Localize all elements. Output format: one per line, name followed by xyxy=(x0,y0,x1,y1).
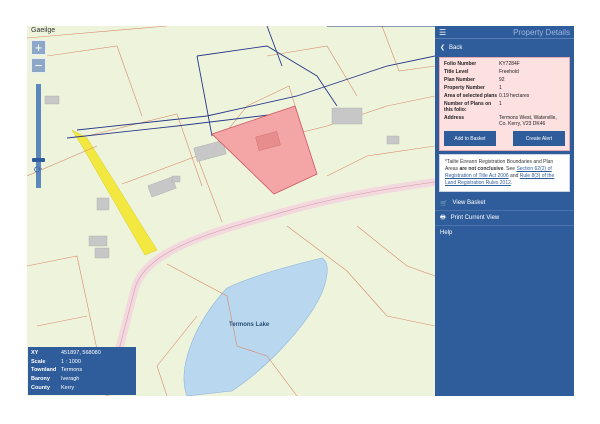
back-button[interactable]: ❮ Back xyxy=(435,41,574,54)
detail-row-address: Address Termons West, Waterville, Co. Ke… xyxy=(444,115,565,127)
details-actions: Add to Basket Create Alert xyxy=(444,131,565,146)
detail-value: Termons West, Waterville, Co. Kerry, V23… xyxy=(499,115,557,127)
info-value: Termons xyxy=(61,367,83,374)
info-value: Iveragh xyxy=(61,376,80,383)
detail-label: Number of Plans on this folio: xyxy=(444,101,492,113)
detail-label: Title Level xyxy=(444,69,469,75)
hamburger-menu-icon[interactable]: ☰ xyxy=(439,28,446,37)
detail-row-num-plans: Number of Plans on this folio: 1 xyxy=(444,101,565,113)
panel-title: Property Details xyxy=(513,27,570,37)
detail-row-area: Area of selected plans 0.19 hectares xyxy=(444,93,565,99)
map-layers xyxy=(27,26,435,396)
property-details-panel: ☰ Property Details ❮ Back Folio Number K… xyxy=(435,26,574,396)
map-canvas[interactable]: Gaeilge + − ⟳ Termons Lake xyxy=(27,26,435,396)
zoom-in-button[interactable]: + xyxy=(31,40,46,55)
detail-label: Folio Number xyxy=(444,61,477,67)
note-text: . See xyxy=(503,166,516,172)
language-link[interactable]: Gaeilge xyxy=(31,27,55,34)
detail-label: Address xyxy=(444,115,465,121)
info-label: Barony xyxy=(31,376,50,383)
detail-label: Area of selected plans xyxy=(444,93,498,99)
detail-value: 0.19 hectares xyxy=(499,93,530,99)
info-row-barony: Barony Iveragh xyxy=(31,375,133,384)
printer-icon: 🖶 xyxy=(440,215,446,221)
create-alert-button[interactable]: Create Alert xyxy=(513,131,565,146)
refresh-icon[interactable]: ⟳ xyxy=(32,165,44,177)
detail-row-property-number: Property Number 1 xyxy=(444,85,565,91)
yellow-road xyxy=(71,129,158,256)
view-basket-button[interactable]: 🛒 View Basket xyxy=(435,196,574,211)
print-view-button[interactable]: 🖶 Print Current View xyxy=(435,211,574,226)
disclaimer-note: *Tailte Éireann Registration Boundaries … xyxy=(439,154,570,192)
back-label: Back xyxy=(449,44,463,51)
info-label: XY xyxy=(31,350,39,357)
note-text: . xyxy=(510,180,513,186)
detail-label: Property Number xyxy=(444,85,485,91)
detail-value: 92 xyxy=(499,77,505,83)
detail-value: Freehold xyxy=(499,69,519,75)
selected-parcel xyxy=(211,105,318,195)
menu-label: Print Current View xyxy=(450,215,500,221)
info-label: Townland xyxy=(31,367,57,374)
info-value: Kerry xyxy=(61,384,75,391)
lake-label: Termons Lake xyxy=(229,322,270,328)
note-bold: are not conclusive xyxy=(459,166,504,172)
note-text: and xyxy=(510,173,519,179)
detail-value: 1 xyxy=(499,85,502,91)
property-details-card: Folio Number KY7284F Title Level Freehol… xyxy=(439,57,570,151)
cart-icon: 🛒 xyxy=(440,200,448,207)
info-row-scale: Scale 1 : 1000 xyxy=(31,358,133,367)
info-value: 1 : 1000 xyxy=(61,358,81,365)
panel-header: ☰ Property Details xyxy=(435,26,574,39)
zoom-slider-handle[interactable] xyxy=(32,158,45,162)
detail-value: KY7284F xyxy=(499,61,520,67)
info-label: Scale xyxy=(31,358,46,365)
detail-row-plan-number: Plan Number 92 xyxy=(444,77,565,83)
info-value: 451897, 568080 xyxy=(61,350,101,357)
info-row-county: County Kerry xyxy=(31,383,133,392)
menu-label: Help xyxy=(440,230,453,236)
add-to-basket-button[interactable]: Add to Basket xyxy=(444,131,496,146)
chevron-left-icon: ❮ xyxy=(440,45,446,51)
menu-label: View Basket xyxy=(452,200,486,206)
info-row-xy: XY 451897, 568080 xyxy=(31,349,133,358)
zoom-out-button[interactable]: − xyxy=(31,58,46,73)
detail-value: 1 xyxy=(499,101,502,107)
location-info-box: XY 451897, 568080 Scale 1 : 1000 Townlan… xyxy=(28,347,136,395)
info-label: County xyxy=(31,384,50,391)
detail-label: Plan Number xyxy=(444,77,475,83)
detail-row-folio: Folio Number KY7284F xyxy=(444,61,565,67)
help-button[interactable]: Help xyxy=(435,226,574,240)
detail-row-title-level: Title Level Freehold xyxy=(444,69,565,75)
info-row-townland: Townland Termons xyxy=(31,366,133,375)
